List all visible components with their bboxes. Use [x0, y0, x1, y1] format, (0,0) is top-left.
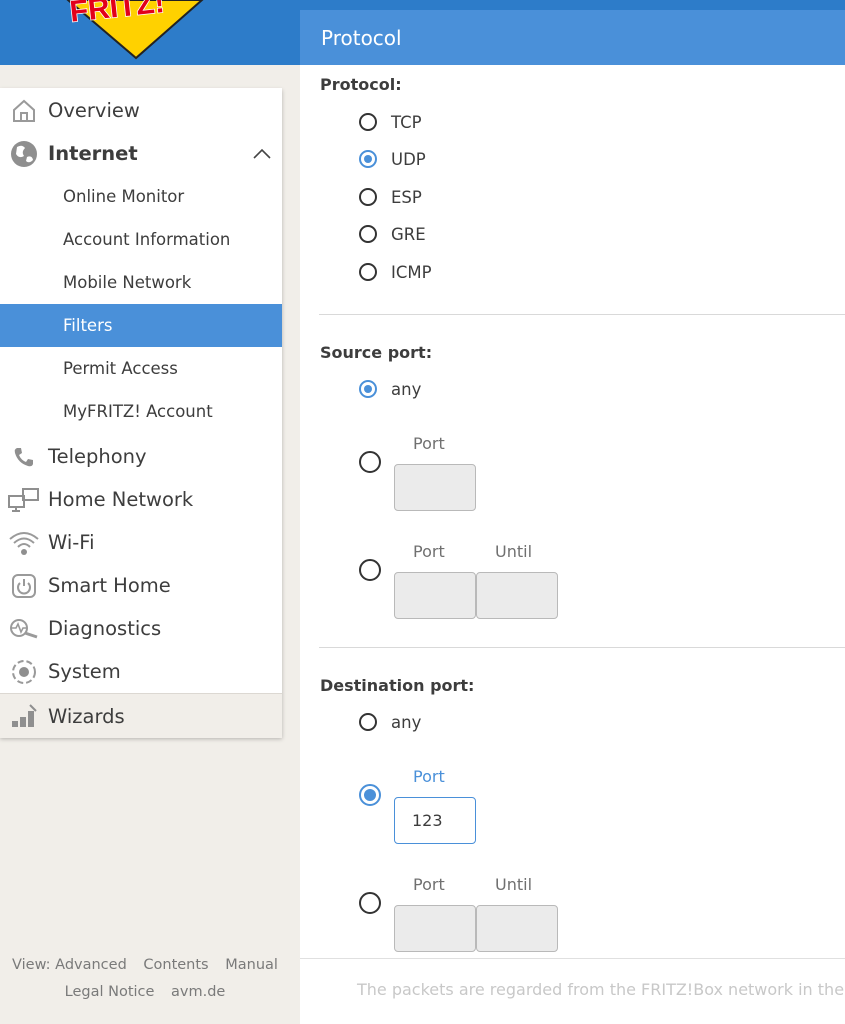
sidebar-item-overview[interactable]: Overview: [0, 89, 282, 132]
radio-label: ICMP: [391, 262, 432, 282]
home-icon: [4, 95, 44, 127]
wizards-icon: [4, 700, 44, 732]
sidebar-subitem-myfritz-account[interactable]: MyFRITZ! Account: [0, 390, 282, 433]
radio-button[interactable]: [359, 113, 377, 131]
sidebar-item-label: Smart Home: [48, 574, 171, 597]
radio-button[interactable]: [359, 263, 377, 281]
protocol-option-tcp[interactable]: TCP: [359, 110, 422, 134]
source-port-title: Source port:: [320, 343, 433, 362]
sidebar-item-label: Diagnostics: [48, 617, 162, 640]
protocol-option-esp[interactable]: ESP: [359, 185, 422, 209]
sidebar-item-label: Wi-Fi: [48, 531, 95, 554]
sidebar-item-label: Home Network: [48, 488, 194, 511]
destination-range-until-input[interactable]: [476, 905, 558, 952]
radio-label: any: [391, 712, 422, 732]
radio-label: ESP: [391, 187, 422, 207]
destination-port-input[interactable]: 123: [394, 797, 476, 844]
source-port-input[interactable]: [394, 464, 476, 511]
sidebar-item-label: Telephony: [48, 445, 147, 468]
radio-button[interactable]: [359, 225, 377, 243]
phone-icon: [4, 441, 44, 473]
source-port-range-radio[interactable]: [359, 559, 381, 581]
radio-button-checked[interactable]: [359, 150, 377, 168]
manual-link[interactable]: Manual: [225, 957, 278, 973]
radio-button[interactable]: [359, 188, 377, 206]
sidebar-item-label: Internet: [48, 142, 138, 165]
sidebar-subitem-account-information[interactable]: Account Information: [0, 218, 282, 261]
avm-site-link[interactable]: avm.de: [171, 984, 225, 1000]
wifi-icon: [4, 527, 44, 559]
view-mode-link[interactable]: View: Advanced: [12, 957, 127, 973]
sidebar-item-label: Overview: [48, 99, 140, 122]
sidebar-item-wifi[interactable]: Wi-Fi: [0, 521, 282, 564]
source-range-port-label: Port: [413, 542, 445, 561]
protocol-title: Protocol:: [320, 75, 402, 94]
fritz-logo[interactable]: FRITZ!: [60, 0, 210, 60]
source-range-until-label: Until: [495, 542, 533, 561]
sidebar-item-label: Wizards: [48, 704, 125, 728]
protocol-option-gre[interactable]: GRE: [359, 222, 426, 246]
radio-label: any: [391, 379, 422, 399]
source-port-any[interactable]: any: [359, 377, 421, 401]
radio-label: UDP: [391, 149, 426, 169]
radio-label: TCP: [391, 112, 422, 132]
power-icon: [4, 570, 44, 602]
destination-port-any[interactable]: any: [359, 710, 421, 734]
destination-range-until-label: Until: [495, 875, 533, 894]
filter-hint-text: The packets are regarded from the FRITZ!…: [300, 958, 845, 1024]
sidebar-item-telephony[interactable]: Telephony: [0, 435, 282, 478]
radio-label: GRE: [391, 224, 426, 244]
main-content: Protocol: TCP UDP ESP GRE ICMP Source po…: [300, 65, 845, 1024]
section-title: Protocol: [300, 10, 845, 65]
network-icon: [4, 484, 44, 516]
sidebar-item-label: System: [48, 660, 121, 683]
chevron-up-icon[interactable]: [250, 142, 274, 166]
destination-port-label: Port: [413, 767, 445, 786]
sidebar-subitem-mobile-network[interactable]: Mobile Network: [0, 261, 282, 304]
sidebar-item-home-network[interactable]: Home Network: [0, 478, 282, 521]
system-icon: [4, 656, 44, 688]
sidebar-item-internet[interactable]: Internet: [0, 132, 282, 175]
sidebar-subitem-filters[interactable]: Filters: [0, 304, 282, 347]
source-range-until-input[interactable]: [476, 572, 558, 619]
sidebar-item-smart-home[interactable]: Smart Home: [0, 564, 282, 607]
footer-links: View: Advanced Contents Manual Legal Not…: [0, 952, 290, 1006]
contents-link[interactable]: Contents: [143, 957, 208, 973]
destination-range-from-input[interactable]: [394, 905, 476, 952]
source-range-from-input[interactable]: [394, 572, 476, 619]
legal-notice-link[interactable]: Legal Notice: [65, 984, 155, 1000]
divider: [319, 647, 845, 648]
destination-port-title: Destination port:: [320, 676, 475, 695]
destination-port-range-radio[interactable]: [359, 892, 381, 914]
source-port-single-radio[interactable]: [359, 451, 381, 473]
radio-button[interactable]: [359, 713, 377, 731]
destination-range-port-label: Port: [413, 875, 445, 894]
sidebar-item-diagnostics[interactable]: Diagnostics: [0, 607, 282, 650]
source-port-label: Port: [413, 434, 445, 453]
sidebar-item-wizards[interactable]: Wizards: [0, 693, 282, 738]
diagnostics-icon: [4, 613, 44, 645]
sidebar-item-system[interactable]: System: [0, 650, 282, 693]
divider: [319, 314, 845, 315]
sidebar-subitem-online-monitor[interactable]: Online Monitor: [0, 175, 282, 218]
radio-button-checked[interactable]: [359, 380, 377, 398]
sidebar-menu: Overview Internet Online Monitor Account…: [0, 88, 282, 738]
globe-icon: [4, 138, 44, 170]
sidebar-subitem-permit-access[interactable]: Permit Access: [0, 347, 282, 390]
protocol-option-icmp[interactable]: ICMP: [359, 260, 432, 284]
destination-port-single-radio[interactable]: [359, 784, 381, 806]
protocol-option-udp[interactable]: UDP: [359, 147, 426, 171]
